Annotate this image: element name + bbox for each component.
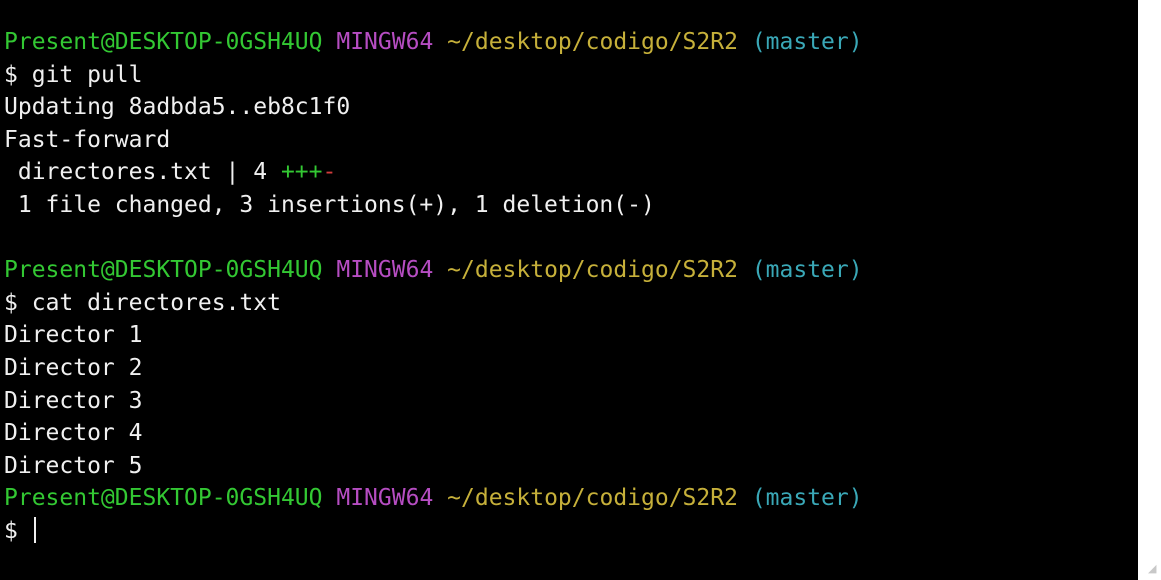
- output-line: Director 4: [4, 420, 143, 447]
- output-line: 1 file changed, 3 insertions(+), 1 delet…: [4, 191, 655, 218]
- prompt-branch: (master): [751, 485, 863, 512]
- resize-grip-icon[interactable]: ◢: [1148, 563, 1158, 574]
- prompt-system: MINGW64: [336, 29, 434, 55]
- prompt-system: MINGW64: [336, 257, 434, 284]
- output-line: Director 2: [4, 354, 143, 381]
- active-command-line[interactable]: $: [4, 515, 1138, 548]
- prompt-symbol: $: [4, 61, 18, 88]
- prompt-user-host: Present@DESKTOP-0GSH4UQ: [4, 29, 323, 55]
- output-line: Director 3: [4, 387, 143, 414]
- diffstat-insertions: +++: [280, 159, 323, 186]
- prompt-user-host: Present@DESKTOP-0GSH4UQ: [4, 257, 323, 284]
- command-text: git pull: [31, 61, 143, 88]
- prompt-line: Present@DESKTOP-0GSH4UQ MINGW64 ~/deskto…: [4, 26, 1138, 59]
- command-text: cat directores.txt: [31, 289, 281, 316]
- prompt-line: Present@DESKTOP-0GSH4UQ MINGW64 ~/deskto…: [4, 482, 1138, 515]
- prompt-user-host: Present@DESKTOP-0GSH4UQ: [4, 485, 323, 512]
- prompt-branch: (master): [751, 257, 863, 284]
- output-line: Director 1: [4, 322, 143, 349]
- diffstat-line: directores.txt | 4 +++-: [4, 156, 1138, 189]
- prompt-path: ~/desktop/codigo/S2R2: [447, 29, 738, 55]
- diffstat-deletions: -: [322, 159, 337, 186]
- output-line: Fast-forward: [4, 126, 171, 153]
- prompt-system: MINGW64: [336, 485, 434, 512]
- prompt-path: ~/desktop/codigo/S2R2: [447, 485, 738, 512]
- window-edge: ◢: [1138, 0, 1161, 580]
- terminal-window[interactable]: Present@DESKTOP-0GSH4UQ MINGW64 ~/deskto…: [0, 0, 1138, 580]
- prompt-line: Present@DESKTOP-0GSH4UQ MINGW64 ~/deskto…: [4, 254, 1138, 287]
- output-line: Director 5: [4, 452, 143, 479]
- prompt-symbol: $: [4, 289, 18, 316]
- diffstat-file: directores.txt | 4: [4, 159, 281, 186]
- command-line: $ cat directores.txt: [4, 287, 1138, 320]
- prompt-path: ~/desktop/codigo/S2R2: [447, 257, 738, 284]
- output-line: Updating 8adbda5..eb8c1f0: [4, 94, 351, 121]
- prompt-branch: (master): [751, 29, 863, 55]
- text-cursor: [33, 516, 36, 543]
- prompt-symbol: $: [4, 517, 18, 544]
- command-line: $ git pull: [4, 59, 1138, 92]
